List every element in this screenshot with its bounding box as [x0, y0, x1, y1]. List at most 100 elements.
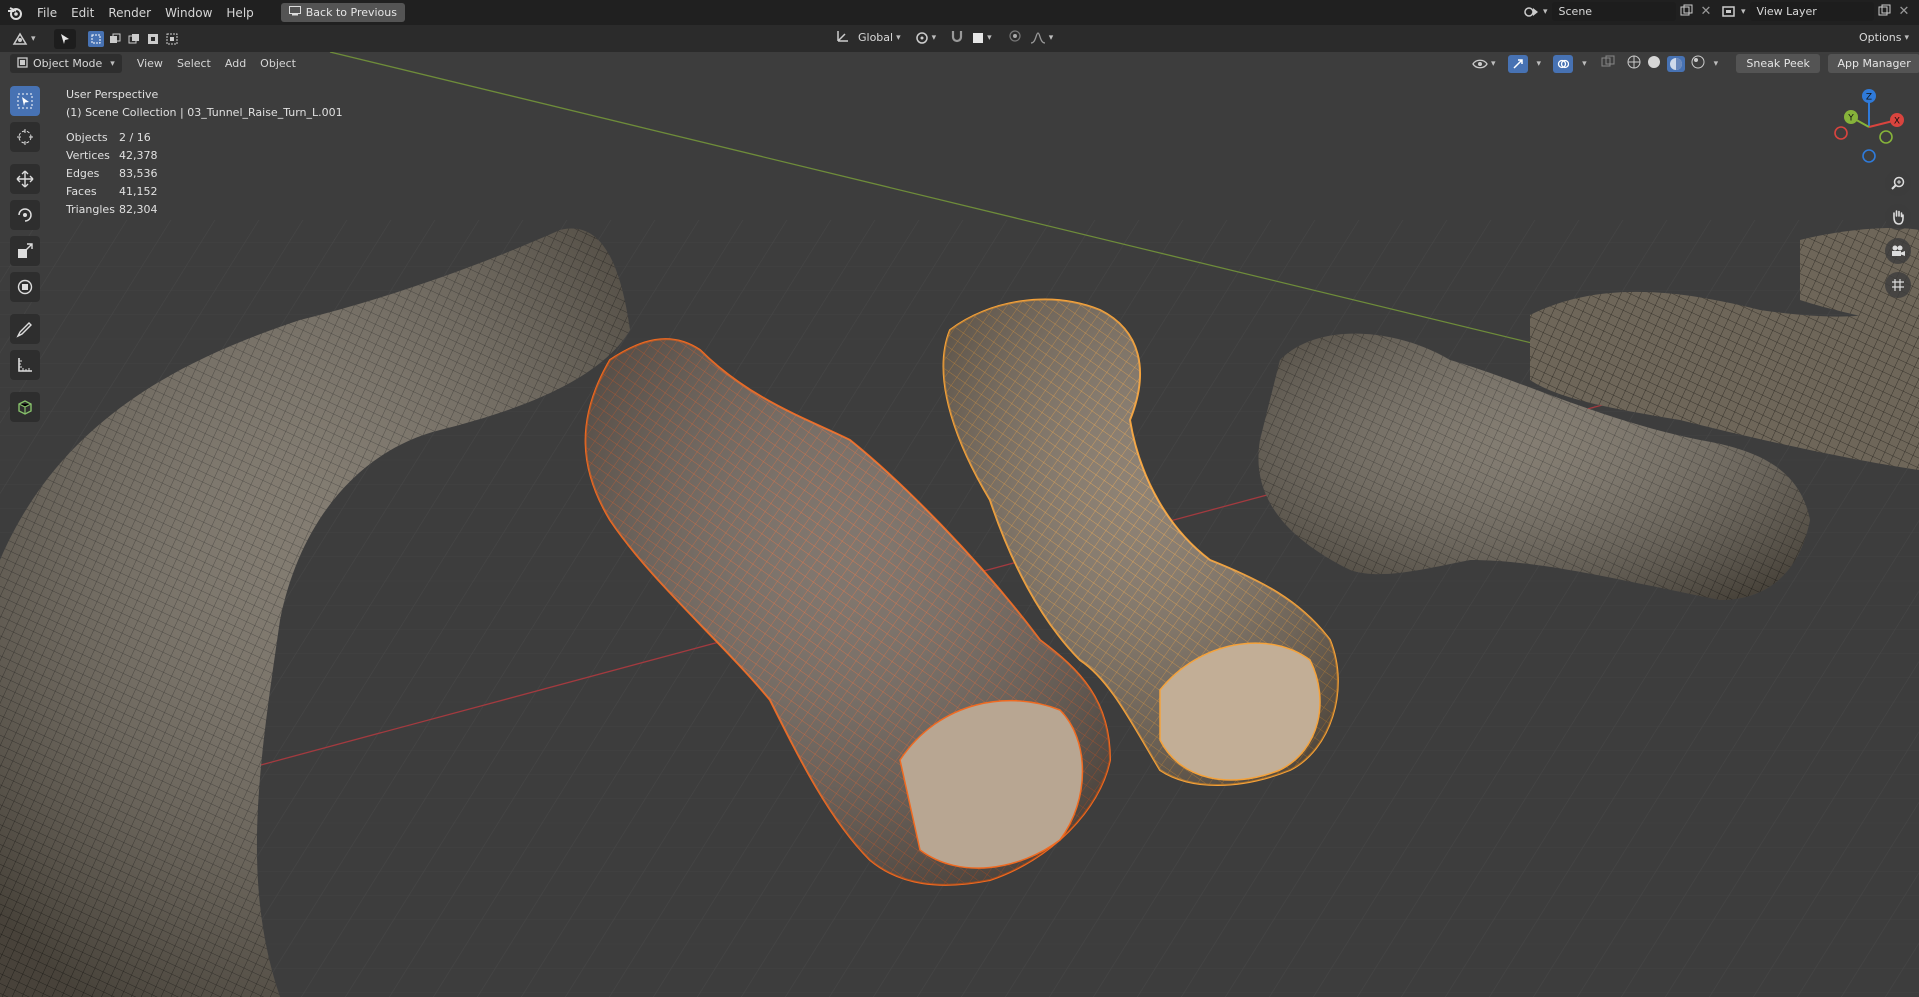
stat-label: Faces [66, 185, 97, 198]
select-invert-icon[interactable] [145, 31, 161, 47]
3d-viewport[interactable]: Object Mode ▾ View Select Add Object ▾ ▾… [0, 52, 1919, 997]
options-dropdown[interactable]: Options ▾ [1859, 31, 1909, 44]
options-label: Options [1859, 31, 1902, 44]
gizmo-neg-y-icon[interactable] [1879, 130, 1893, 144]
stat-label: Vertices [66, 149, 110, 162]
overlays-toggle-icon[interactable] [1553, 54, 1574, 73]
stat-label: Edges [66, 167, 100, 180]
stat-vertices: Vertices 42,378 [66, 149, 158, 167]
shading-solid-icon[interactable] [1647, 55, 1661, 72]
viewport-navigation [1885, 170, 1911, 298]
menu-select[interactable]: Select [170, 57, 218, 70]
tool-shelf [7, 86, 43, 422]
select-tool-icon[interactable] [53, 28, 76, 49]
proportional-editing-icon[interactable] [1008, 29, 1022, 46]
scene-name: Scene [1558, 5, 1593, 18]
sneak-peek-label: Sneak Peek [1746, 57, 1810, 70]
select-new-icon[interactable] [87, 30, 104, 47]
menu-window[interactable]: Window [158, 6, 219, 20]
stat-value: 2 / 16 [119, 131, 151, 144]
back-to-previous-label: Back to Previous [305, 6, 397, 19]
stat-faces: Faces 41,152 [66, 185, 158, 203]
mode-dropdown[interactable]: Object Mode ▾ [10, 54, 122, 73]
copy-view-layer-icon[interactable] [1878, 4, 1891, 20]
shading-material-icon[interactable] [1666, 55, 1685, 72]
viewport-header: Object Mode ▾ View Select Add Object ▾ ▾… [0, 52, 1919, 75]
stat-value: 41,152 [119, 185, 158, 198]
blender-logo-icon[interactable] [0, 6, 30, 20]
scale-tool-icon[interactable] [10, 236, 40, 266]
rotate-tool-icon[interactable] [10, 200, 40, 230]
object-mode-icon [17, 56, 28, 71]
select-intersect-icon[interactable] [164, 31, 180, 47]
add-cube-tool-icon[interactable] [10, 392, 40, 422]
back-to-previous-button[interactable]: Back to Previous [280, 3, 405, 22]
tool-settings-header: ▾ Global ▾ ▾ ▾ ▾ Options ▾ [0, 25, 1919, 52]
collection-label: (1) Scene Collection | 03_Tunnel_Raise_T… [66, 106, 343, 119]
selection-mode-group [87, 30, 180, 47]
menu-object[interactable]: Object [253, 57, 303, 70]
top-menu-bar: File Edit Render Window Help Back to Pre… [0, 0, 1919, 25]
transform-tool-icon[interactable] [10, 272, 40, 302]
menu-file[interactable]: File [30, 6, 64, 20]
menu-view[interactable]: View [130, 57, 170, 70]
transform-orientation-icon[interactable] [836, 29, 850, 46]
transform-orientation-value: Global [858, 31, 894, 44]
perspective-label: User Perspective [66, 88, 159, 101]
shading-wireframe-icon[interactable] [1627, 55, 1641, 72]
pivot-point-icon[interactable]: ▾ [915, 31, 936, 45]
stat-label: Triangles [66, 203, 115, 216]
menu-render[interactable]: Render [101, 6, 158, 20]
view-layer-name: View Layer [1756, 5, 1817, 18]
gizmo-neg-x-icon[interactable] [1834, 126, 1848, 140]
mode-label: Object Mode [33, 57, 103, 70]
camera-view-icon[interactable] [1885, 238, 1911, 264]
viewport-scene [0, 52, 1919, 997]
zoom-icon[interactable] [1885, 170, 1911, 196]
select-extend-icon[interactable] [107, 31, 123, 47]
gizmo-neg-z-icon[interactable] [1862, 149, 1876, 163]
menu-add[interactable]: Add [218, 57, 253, 70]
editor-type-icon[interactable]: ▾ [12, 32, 36, 46]
select-subtract-icon[interactable] [126, 31, 142, 47]
screen-icon [288, 6, 301, 19]
falloff-curve-icon[interactable]: ▾ [1030, 31, 1053, 44]
annotate-tool-icon[interactable] [10, 314, 40, 344]
snap-target-icon[interactable]: ▾ [972, 32, 992, 44]
stat-label: Objects [66, 131, 108, 144]
scene-name-field[interactable]: Scene [1551, 2, 1676, 21]
select-box-tool-icon[interactable] [10, 86, 40, 116]
menu-help[interactable]: Help [219, 6, 260, 20]
viewport-info: User Perspective (1) Scene Collection | … [66, 86, 343, 122]
stat-value: 83,536 [119, 167, 158, 180]
snap-magnet-icon[interactable] [950, 29, 964, 46]
visibility-eye-icon[interactable]: ▾ [1472, 58, 1496, 70]
gizmo-toggle-icon[interactable] [1507, 54, 1528, 73]
copy-scene-icon[interactable] [1680, 4, 1693, 20]
gizmo-x-label: X [1894, 117, 1900, 127]
pan-hand-icon[interactable] [1885, 204, 1911, 230]
ortho-grid-icon[interactable] [1885, 272, 1911, 298]
app-manager-button[interactable]: App Manager [1828, 54, 1919, 73]
move-tool-icon[interactable] [10, 164, 40, 194]
scene-statistics: Objects 2 / 16 Vertices 42,378 Edges 83,536… [66, 131, 158, 221]
delete-view-layer-icon[interactable]: ✕ [1899, 4, 1910, 19]
view-layer-icon[interactable]: ▾ [1722, 5, 1746, 19]
xray-toggle-icon[interactable] [1601, 55, 1615, 72]
measure-tool-icon[interactable] [10, 350, 40, 380]
view-layer-field[interactable]: View Layer [1749, 2, 1874, 21]
stat-triangles: Triangles 82,304 [66, 203, 158, 221]
cursor-tool-icon[interactable] [10, 122, 40, 152]
app-manager-label: App Manager [1837, 57, 1911, 70]
delete-scene-icon[interactable]: ✕ [1701, 4, 1712, 19]
sneak-peek-button[interactable]: Sneak Peek [1736, 54, 1821, 73]
transform-orientation-dropdown[interactable]: Global ▾ [858, 31, 901, 44]
stat-value: 82,304 [119, 203, 158, 216]
gizmo-z-label: Z [1866, 93, 1872, 103]
navigation-gizmo[interactable]: Z X Y [1829, 87, 1909, 167]
gizmo-y-label: Y [1847, 114, 1854, 124]
stat-value: 42,378 [119, 149, 158, 162]
scene-icon[interactable]: ▾ [1524, 5, 1548, 19]
shading-rendered-icon[interactable] [1691, 55, 1705, 72]
menu-edit[interactable]: Edit [64, 6, 101, 20]
